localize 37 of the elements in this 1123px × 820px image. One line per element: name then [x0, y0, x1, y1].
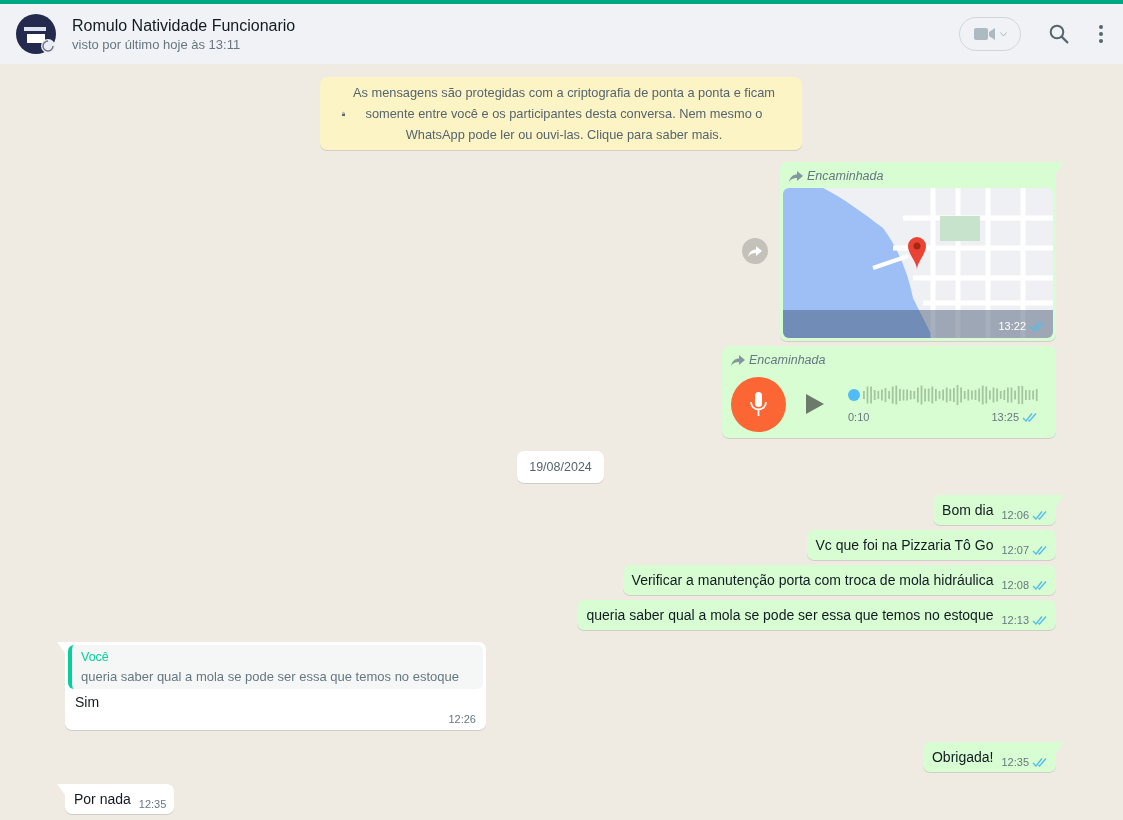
message-time: 12:08 — [1001, 578, 1029, 594]
caret-icon — [999, 31, 1007, 37]
message-time: 12:06 — [1001, 508, 1029, 524]
message-time: 12:35 — [1001, 755, 1029, 771]
forward-icon — [731, 354, 745, 366]
play-button[interactable] — [806, 394, 824, 414]
encryption-text: As mensagens são protegidas com a criptografia de ponta a ponta e ficam somente entre você e os participantes desta conversa. Nem mesmo o WhatsApp pode ler ou ouvi-las. Clique para saber mais. — [352, 84, 776, 144]
quoted-message[interactable]: Você queria saber qual a mola se pode ser essa que temos no estoque — [68, 645, 483, 690]
message-text: Obrigada! — [932, 748, 994, 768]
encryption-notice[interactable]: As mensagens são protegidas com a criptografia de ponta a ponta e ficam somente entre você e os participantes desta conversa. Nem mesmo o WhatsApp pode ler ou ouvi-las. Clique para saber mais. — [319, 77, 802, 150]
menu-icon[interactable] — [1099, 25, 1103, 43]
quote-text: queria saber qual a mola se pode ser essa que temos no estoque — [81, 668, 459, 687]
forward-icon — [748, 245, 762, 257]
forwarded-label: Encaminhada — [749, 351, 826, 369]
message-time: 13:22 — [998, 318, 1026, 334]
microphone-icon — [731, 376, 786, 432]
audio-duration: 0:10 — [848, 409, 870, 425]
message-text: queria saber qual a mola se pode ser essa que temos no estoque — [586, 606, 994, 626]
avatar[interactable] — [16, 14, 56, 54]
quote-author: Você — [81, 649, 110, 667]
forward-icon — [789, 170, 803, 182]
date-chip: 19/08/2024 — [517, 450, 604, 484]
message-text: Por nada — [74, 790, 131, 810]
message-time: 12:07 — [1001, 543, 1029, 559]
forwarded-label: Encaminhada — [807, 168, 884, 185]
last-seen-status: visto por último hoje às 13:11 — [72, 35, 242, 54]
message-text: Verificar a manutenção porta com troca de mola hidráulica — [631, 571, 994, 591]
message-text: Sim — [75, 693, 101, 713]
message-text: Bom dia — [942, 501, 994, 521]
message-time: 12:26 — [448, 712, 476, 728]
contact-name: Romulo Natividade Funcionario — [72, 15, 296, 36]
message-text: Vc que foi na Pizzaria Tô Go — [815, 536, 994, 556]
message-time: 13:25 — [991, 409, 1019, 425]
video-camera-icon — [973, 27, 996, 41]
message-time: 12:13 — [1001, 613, 1029, 629]
message-time: 12:35 — [138, 797, 167, 813]
search-icon[interactable] — [1049, 24, 1069, 44]
